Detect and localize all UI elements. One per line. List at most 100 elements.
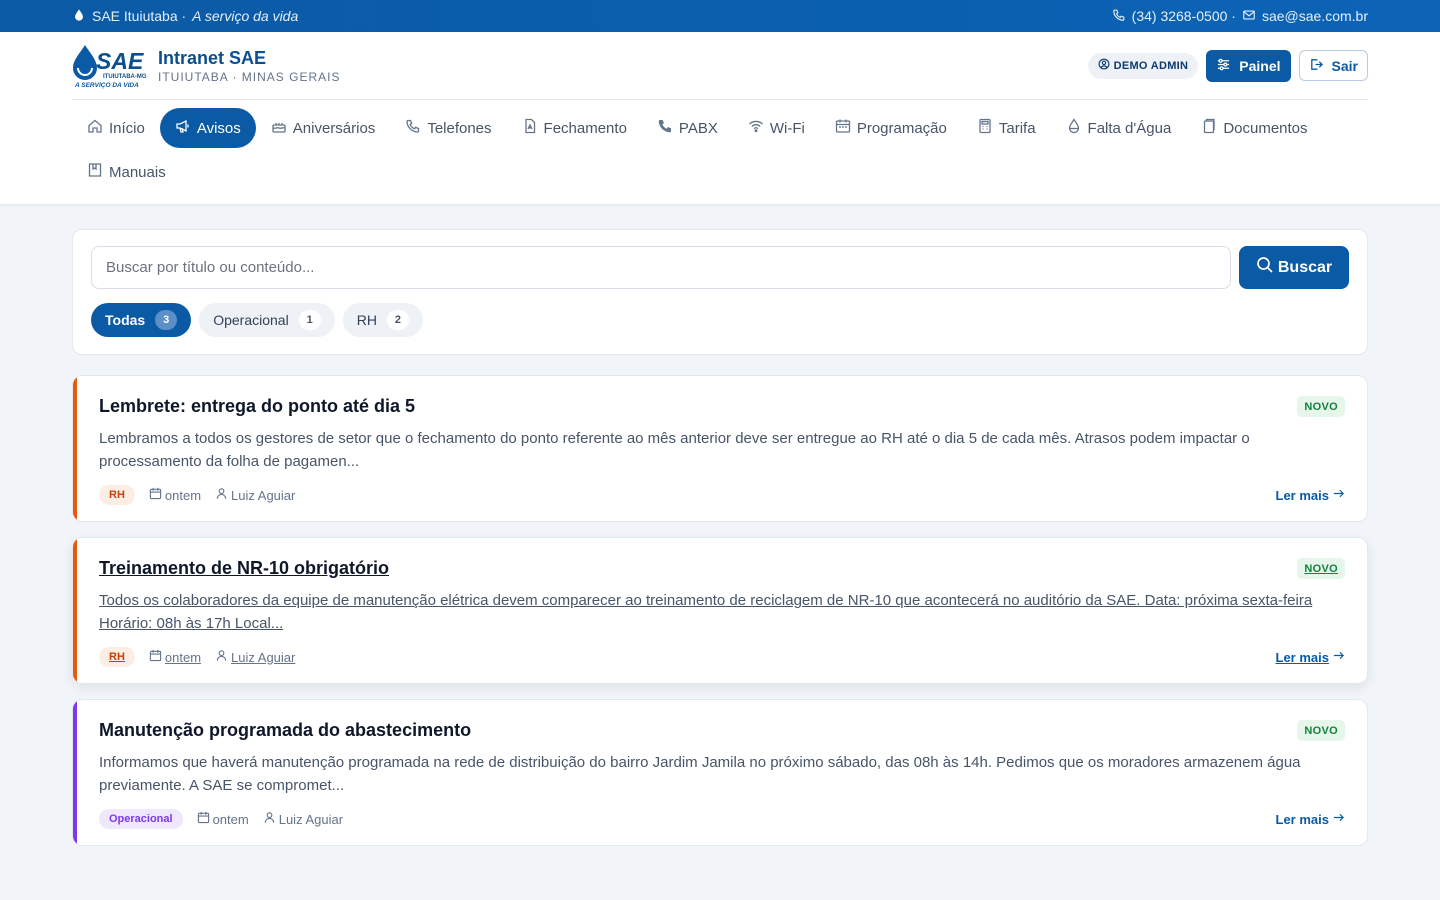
user-icon <box>263 811 276 827</box>
calendar-icon <box>197 811 210 827</box>
calendar-icon <box>149 487 162 503</box>
notice-meta: Operacional ontem Luiz Aguiar <box>99 809 343 829</box>
logout-button[interactable]: Sair <box>1298 50 1368 81</box>
nav-item-inicio[interactable]: Início <box>72 108 160 148</box>
calendar-icon <box>149 649 162 665</box>
contact-phone[interactable]: (34) 3268-0500 · <box>1132 8 1236 24</box>
brand[interactable]: SAE ITUIUTABA-MG A SERVIÇO DA VIDA Intra… <box>72 43 340 89</box>
droplet-icon <box>1066 118 1082 138</box>
nav-item-tarifa[interactable]: Tarifa <box>962 108 1051 148</box>
notice-meta: RH ontem Luiz Aguiar <box>99 485 295 505</box>
nav-item-documentos[interactable]: Documentos <box>1186 108 1322 148</box>
notice-author-name: Luiz Aguiar <box>278 811 344 827</box>
sliders-icon <box>1216 57 1231 75</box>
calendar-icon <box>835 118 851 138</box>
notice-card[interactable]: Treinamento de NR-10 obrigatório NOVO To… <box>72 537 1368 684</box>
read-more-link[interactable]: Ler mais <box>1276 649 1345 665</box>
notice-date: ontem <box>197 811 249 827</box>
site-header: SAE ITUIUTABA-MG A SERVIÇO DA VIDA Intra… <box>0 32 1440 205</box>
user-icon <box>215 487 228 503</box>
notice-date-text: ontem <box>212 811 249 827</box>
read-more-label: Ler mais <box>1275 487 1329 503</box>
nav-item-label: Início <box>109 119 145 137</box>
topbar-left: SAE Ituiutaba · A serviço da vida <box>72 8 298 25</box>
category-tag: RH <box>99 485 135 505</box>
nav-item-aniversarios[interactable]: Aniversários <box>256 108 391 148</box>
nav-item-label: Avisos <box>196 119 241 137</box>
nav-item-label: Manuais <box>109 163 166 181</box>
nav-item-avisos[interactable]: Avisos <box>159 108 256 148</box>
nav-item-label: Programação <box>856 119 947 137</box>
new-badge: NOVO <box>1297 396 1345 417</box>
main-content: Buscar Todas 3 Operacional 1 RH 2 Lembre… <box>72 229 1368 846</box>
notice-author-name: Luiz Aguiar <box>231 487 296 503</box>
header-actions: DEMO ADMIN Painel Sair <box>1087 49 1368 82</box>
nav-item-label: Wi-Fi <box>769 119 805 137</box>
mail-icon <box>1242 8 1256 25</box>
top-info-bar: SAE Ituiutaba · A serviço da vida (34) 3… <box>0 0 1440 32</box>
logo-city: ITUIUTABA-MG <box>103 74 147 80</box>
filter-count: 2 <box>386 310 409 330</box>
nav-item-programacao[interactable]: Programação <box>820 108 962 148</box>
nav-item-label: Telefones <box>427 119 492 137</box>
nav-item-fechamento[interactable]: Fechamento <box>507 108 642 148</box>
arrow-right-icon <box>1332 811 1345 827</box>
nav-item-label: PABX <box>678 119 718 137</box>
notice-title[interactable]: Treinamento de NR-10 obrigatório <box>99 558 389 579</box>
arrow-right-icon <box>1332 649 1345 665</box>
notice-date-text: ontem <box>164 487 202 503</box>
user-role-label: DEMO ADMIN <box>1113 59 1189 72</box>
read-more-link[interactable]: Ler mais <box>1276 811 1345 827</box>
notice-author: Luiz Aguiar <box>263 811 343 827</box>
brand-text: Intranet SAE ITUIUTABA · MINAS GERAIS <box>158 48 340 84</box>
filter-chip-operacional[interactable]: Operacional 1 <box>199 303 335 337</box>
nav-item-falta-agua[interactable]: Falta d'Água <box>1051 108 1187 148</box>
contact-email[interactable]: sae@sae.com.br <box>1262 8 1368 24</box>
notice-author-name: Luiz Aguiar <box>231 649 296 665</box>
search-panel: Buscar Todas 3 Operacional 1 RH 2 <box>72 229 1368 355</box>
filter-chip-rh[interactable]: RH 2 <box>342 303 423 337</box>
panel-button[interactable]: Painel <box>1206 49 1291 82</box>
nav-item-label: Fechamento <box>543 119 627 137</box>
notice-date: ontem <box>149 649 201 665</box>
notice-title[interactable]: Lembrete: entrega do ponto até dia 5 <box>99 396 415 417</box>
droplet-icon <box>72 8 86 25</box>
filter-label: RH <box>356 312 377 328</box>
read-more-label: Ler mais <box>1275 649 1329 665</box>
notice-author: Luiz Aguiar <box>215 649 295 665</box>
search-button[interactable]: Buscar <box>1239 246 1349 289</box>
nav-item-manuais[interactable]: Manuais <box>72 152 181 192</box>
category-tag: RH <box>99 647 135 667</box>
phone-solid-icon <box>657 118 673 138</box>
nav-item-wifi[interactable]: Wi-Fi <box>733 108 820 148</box>
nav-item-label: Falta d'Água <box>1087 119 1172 137</box>
wifi-icon <box>748 118 764 138</box>
user-circle-icon <box>1098 58 1110 73</box>
notice-card[interactable]: Lembrete: entrega do ponto até dia 5 NOV… <box>72 375 1368 522</box>
filter-label: Operacional <box>213 312 289 328</box>
user-role-badge: DEMO ADMIN <box>1087 52 1199 79</box>
panel-button-label: Painel <box>1239 57 1281 74</box>
document-icon <box>522 118 538 138</box>
read-more-link[interactable]: Ler mais <box>1276 487 1345 503</box>
nav-item-pabx[interactable]: PABX <box>642 108 733 148</box>
filter-count: 3 <box>155 310 178 330</box>
category-tag: Operacional <box>99 809 183 829</box>
notice-title[interactable]: Manutenção programada do abastecimento <box>99 720 471 741</box>
notice-card[interactable]: Manutenção programada do abastecimento N… <box>72 699 1368 846</box>
phone-icon <box>405 118 421 138</box>
nav-item-label: Aniversários <box>292 119 376 137</box>
new-badge: NOVO <box>1297 558 1345 579</box>
notice-excerpt: Todos os colaboradores da equipe de manu… <box>99 592 1313 632</box>
home-icon <box>87 118 103 138</box>
cake-icon <box>271 118 287 138</box>
logo-tagline: A SERVIÇO DA VIDA <box>74 82 139 89</box>
nav-item-telefones[interactable]: Telefones <box>390 108 506 148</box>
topbar-right: (34) 3268-0500 · sae@sae.com.br <box>1112 8 1368 25</box>
notice-date: ontem <box>149 487 201 503</box>
files-icon <box>1201 118 1217 138</box>
filter-chip-todas[interactable]: Todas 3 <box>91 303 192 337</box>
site-title: Intranet SAE <box>158 47 267 68</box>
read-more-label: Ler mais <box>1275 811 1329 827</box>
search-input[interactable] <box>91 246 1231 289</box>
